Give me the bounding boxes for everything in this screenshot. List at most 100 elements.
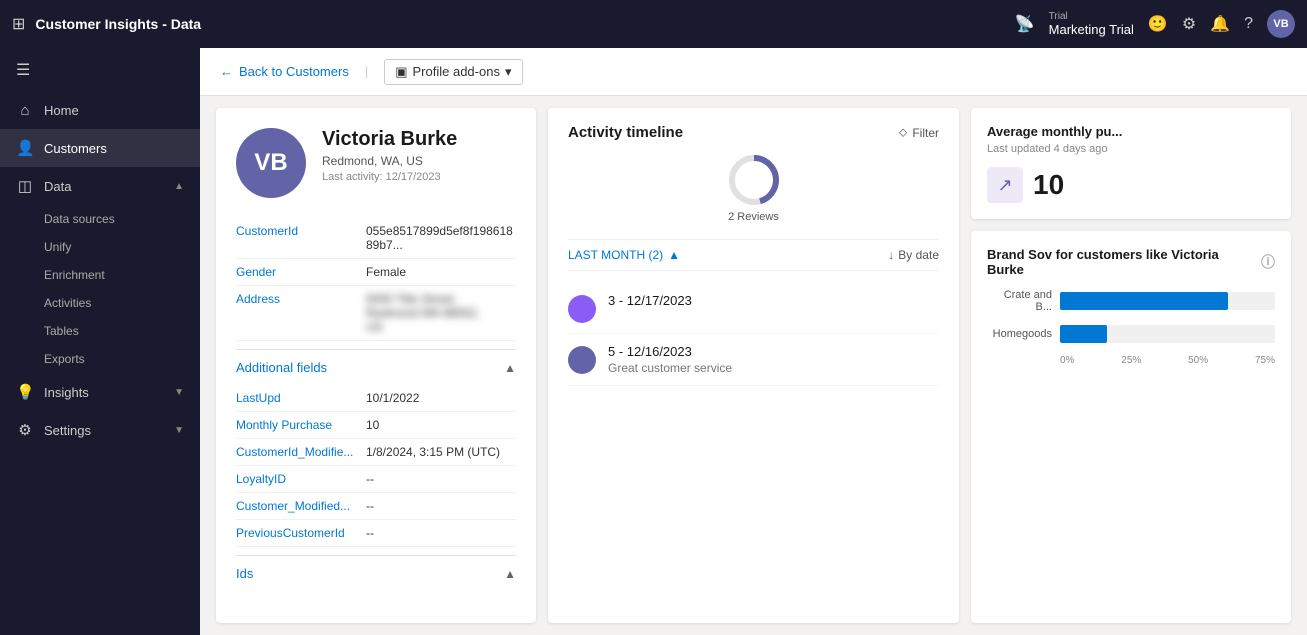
sidebar-item-tables[interactable]: Tables: [44, 317, 200, 345]
field-value-customer-modified: --: [366, 499, 374, 513]
subheader-divider: |: [365, 64, 368, 79]
sidebar-item-data[interactable]: ◫ Data ▲: [0, 167, 200, 205]
brand-panel: Brand Sov for customers like Victoria Bu…: [971, 231, 1291, 623]
chart-axis: 0% 25% 50% 75%: [987, 355, 1275, 366]
field-row-address: Address 5000 Title Street,Redmond WA 980…: [236, 286, 516, 341]
sidebar-label-tables: Tables: [44, 324, 79, 338]
field-value-address: 5000 Title Street,Redmond WA 98052,US: [366, 292, 480, 334]
sort-icon: ↓: [888, 248, 894, 262]
hamburger-icon[interactable]: ☰: [0, 48, 200, 92]
axis-label-25: 25%: [1121, 355, 1141, 366]
additional-fields-header[interactable]: Additional fields ▲: [236, 349, 516, 381]
sidebar-data-subitems: Data sources Unify Enrichment Activities…: [0, 205, 200, 373]
bar-fill-crate: [1060, 292, 1228, 310]
settings-icon[interactable]: ⚙: [1182, 14, 1196, 34]
bar-label-crate: Crate and B...: [987, 289, 1052, 313]
sidebar-item-enrichment[interactable]: Enrichment: [44, 261, 200, 289]
axis-label-0: 0%: [1060, 355, 1074, 366]
field-label-loyaltyid: LoyaltyID: [236, 472, 366, 486]
bell-icon[interactable]: 🔔: [1210, 14, 1230, 34]
ids-header[interactable]: Ids ▲: [236, 555, 516, 587]
filter-icon: ⬦: [899, 125, 907, 140]
subheader: ← Back to Customers | ▣ Profile add-ons …: [200, 48, 1307, 96]
field-row-monthly-purchase: Monthly Purchase 10: [236, 412, 516, 439]
kpi-panel: Average monthly pu... Last updated 4 day…: [971, 108, 1291, 219]
topbar-left: ⊞ Customer Insights - Data: [12, 14, 201, 34]
bar-track-crate: [1060, 292, 1275, 310]
kpi-value-row: ↗ 10: [987, 167, 1275, 203]
field-label-previous-customerid: PreviousCustomerId: [236, 526, 366, 540]
reviews-circle-item: 2 Reviews: [727, 153, 781, 223]
emoji-icon[interactable]: 🙂: [1148, 14, 1168, 34]
topbar: ⊞ Customer Insights - Data 📡 Trial Marke…: [0, 0, 1307, 48]
sidebar-item-home[interactable]: ⌂ Home: [0, 92, 200, 129]
field-row-previous-customerid: PreviousCustomerId --: [236, 520, 516, 547]
profile-addons-button[interactable]: ▣ Profile add-ons ▾: [384, 59, 522, 85]
reviews-label: 2 Reviews: [728, 211, 779, 223]
sidebar-label-insights: Insights: [44, 385, 89, 400]
sidebar-item-insights[interactable]: 💡 Insights ▼: [0, 373, 200, 411]
sidebar-label-customers: Customers: [44, 141, 107, 156]
month-label[interactable]: LAST MONTH (2) ▲: [568, 248, 680, 262]
profile-panel: VB Victoria Burke Redmond, WA, US Last a…: [216, 108, 536, 623]
field-value-previous-customerid: --: [366, 526, 374, 540]
sidebar-item-settings[interactable]: ⚙ Settings ▼: [0, 411, 200, 449]
profile-last-activity: Last activity: 12/17/2023: [322, 171, 457, 183]
sidebar-item-customers[interactable]: 👤 Customers: [0, 129, 200, 167]
entry-content-1: 3 - 12/17/2023: [608, 293, 939, 308]
axis-label-50: 50%: [1188, 355, 1208, 366]
additional-fields-chevron-icon: ▲: [504, 361, 516, 375]
profile-addons-label: Profile add-ons: [413, 64, 500, 79]
sidebar-item-activities[interactable]: Activities: [44, 289, 200, 317]
month-label-text: LAST MONTH (2): [568, 248, 663, 262]
help-icon[interactable]: ?: [1244, 15, 1253, 33]
sidebar-item-unify[interactable]: Unify: [44, 233, 200, 261]
field-value-customerid-modified: 1/8/2024, 3:15 PM (UTC): [366, 445, 500, 459]
sort-by-date-button[interactable]: ↓ By date: [888, 248, 939, 262]
bar-track-homegoods: [1060, 325, 1275, 343]
sidebar-label-enrichment: Enrichment: [44, 268, 105, 282]
activity-title: Activity timeline: [568, 124, 683, 141]
activity-entry-1: 3 - 12/17/2023: [568, 283, 939, 334]
month-chevron-icon: ▲: [668, 248, 680, 262]
app-title: Customer Insights - Data: [35, 16, 201, 32]
content-area: ← Back to Customers | ▣ Profile add-ons …: [200, 48, 1307, 635]
topbar-right: 📡 Trial Marketing Trial 🙂 ⚙ 🔔 ? VB: [1015, 10, 1295, 38]
broadcast-icon[interactable]: 📡: [1015, 14, 1035, 34]
sidebar-label-exports: Exports: [44, 352, 85, 366]
info-icon[interactable]: ⓘ: [1261, 252, 1275, 272]
activity-entry-2: 5 - 12/16/2023 Great customer service: [568, 334, 939, 386]
sidebar-label-activities: Activities: [44, 296, 91, 310]
sidebar-label-data: Data: [44, 179, 71, 194]
sidebar: ☰ ⌂ Home 👤 Customers ◫ Data ▲ Data sourc…: [0, 48, 200, 635]
month-filter: LAST MONTH (2) ▲ ↓ By date: [568, 239, 939, 271]
sidebar-item-exports[interactable]: Exports: [44, 345, 200, 373]
ids-chevron-icon: ▲: [504, 567, 516, 581]
field-row-customerid: CustomerId 055e8517899d5ef8f19861889b7..…: [236, 218, 516, 259]
back-label: Back to Customers: [239, 64, 349, 79]
field-label-lastupd: LastUpd: [236, 391, 366, 405]
entry-title-2: 5 - 12/16/2023: [608, 344, 939, 359]
brand-title: Brand Sov for customers like Victoria Bu…: [987, 247, 1275, 277]
back-arrow-icon: ←: [220, 64, 233, 79]
settings-chevron-icon: ▼: [174, 425, 184, 436]
bar-label-homegoods: Homegoods: [987, 328, 1052, 340]
field-label-customerid: CustomerId: [236, 224, 366, 238]
activity-header: Activity timeline ⬦ Filter: [568, 124, 939, 141]
customers-icon: 👤: [16, 139, 34, 157]
user-avatar[interactable]: VB: [1267, 10, 1295, 38]
entry-sub-2: Great customer service: [608, 361, 939, 375]
ids-label: Ids: [236, 566, 253, 581]
field-row-customerid-modified: CustomerId_Modifie... 1/8/2024, 3:15 PM …: [236, 439, 516, 466]
reviews-circle: [727, 153, 781, 207]
grid-icon[interactable]: ⊞: [12, 14, 25, 34]
sidebar-item-datasources[interactable]: Data sources: [44, 205, 200, 233]
sidebar-label-settings: Settings: [44, 423, 91, 438]
additional-fields-content: LastUpd 10/1/2022 Monthly Purchase 10 Cu…: [236, 385, 516, 547]
bar-row-crate: Crate and B...: [987, 289, 1275, 313]
field-row-loyaltyid: LoyaltyID --: [236, 466, 516, 493]
field-label-gender: Gender: [236, 265, 366, 279]
back-to-customers-button[interactable]: ← Back to Customers: [220, 64, 349, 79]
home-icon: ⌂: [16, 102, 34, 119]
filter-button[interactable]: ⬦ Filter: [899, 125, 939, 140]
